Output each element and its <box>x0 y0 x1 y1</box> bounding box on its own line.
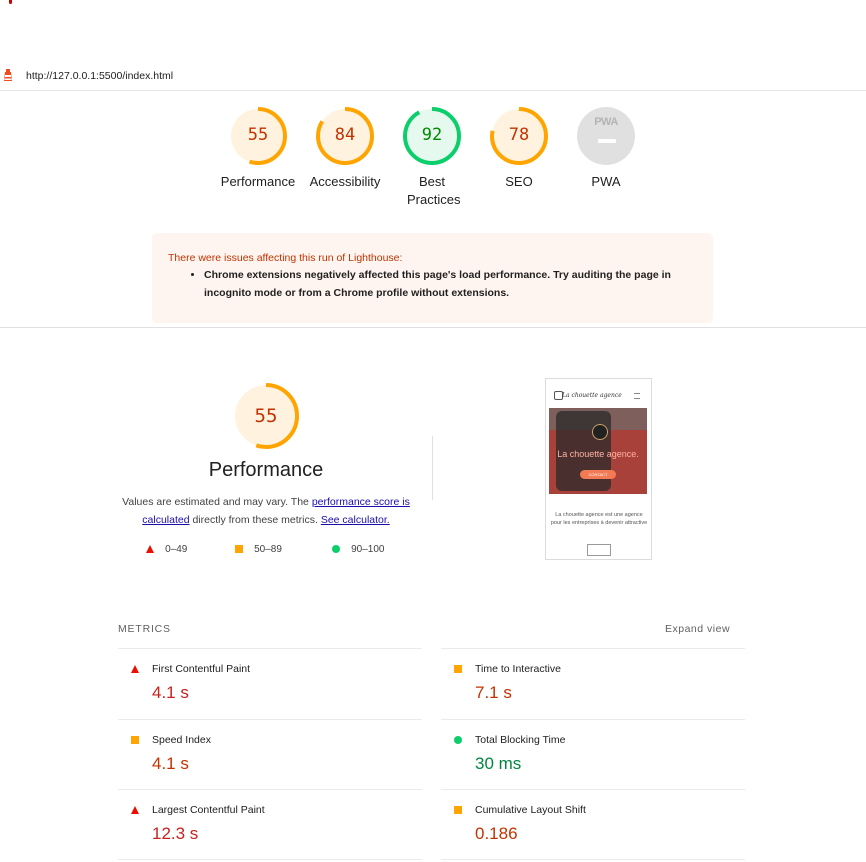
metrics-bottom-border <box>441 859 745 860</box>
menu-icon <box>634 393 640 399</box>
warning-item: Chrome extensions negatively affected th… <box>204 266 694 302</box>
gauge-label: Accessibility <box>309 174 381 189</box>
warning-list: Chrome extensions negatively affected th… <box>170 266 694 302</box>
metric-value: 30 ms <box>475 754 522 773</box>
scale-average: 50–89 <box>235 544 282 555</box>
metric-cls: Cumulative Layout Shift 0.186 <box>441 789 745 860</box>
vertical-separator <box>432 436 433 500</box>
fail-triangle-icon <box>131 665 139 673</box>
warning-title: There were issues affecting this run of … <box>168 252 403 264</box>
gauge-score: 78 <box>508 125 530 145</box>
gauge-accessibility[interactable]: 84 Accessibility <box>300 106 390 191</box>
section-divider <box>0 327 866 328</box>
gauge-label: PWA <box>591 174 621 189</box>
pwa-badge <box>577 107 635 165</box>
average-square-icon <box>235 545 243 553</box>
gauge-performance[interactable]: 55 Performance <box>213 106 303 191</box>
thumb-body-text: La chouette agence est une agence pour l… <box>550 512 648 526</box>
metric-value: 7.1 s <box>475 683 512 702</box>
scale-fail: 0–49 <box>146 544 187 555</box>
thumb-hero-text: La chouette agence. <box>557 449 639 459</box>
metric-tbt: Total Blocking Time 30 ms <box>441 719 745 790</box>
metrics-bottom-border <box>118 859 422 860</box>
scale-pass: 90–100 <box>332 544 385 555</box>
fail-triangle-icon <box>146 545 154 553</box>
average-square-icon <box>454 806 462 814</box>
metric-label: Time to Interactive <box>475 663 561 675</box>
metrics-header: METRICS <box>118 623 171 635</box>
lighthouse-icon <box>4 69 12 81</box>
metric-label: First Contentful Paint <box>152 663 251 675</box>
desc-middle: directly from these metrics. <box>189 514 321 526</box>
scale-average-label: 50–89 <box>254 544 282 555</box>
metric-value: 4.1 s <box>152 683 189 702</box>
performance-description: Values are estimated and may vary. The p… <box>118 493 414 529</box>
pass-circle-icon <box>454 736 462 744</box>
pass-circle-icon <box>332 545 340 553</box>
fail-triangle-icon <box>131 806 139 814</box>
gauge-best-practices[interactable]: 92 Best Practices <box>387 106 477 209</box>
pwa-dash-icon <box>598 139 616 143</box>
pwa-badge-text: PWA <box>594 116 618 128</box>
metric-value: 12.3 s <box>152 824 199 843</box>
final-screenshot[interactable]: La chouette agence La chouette agence. C… <box>545 378 652 560</box>
metric-label: Largest Contentful Paint <box>152 804 265 816</box>
performance-title: Performance <box>208 459 324 481</box>
average-square-icon <box>131 736 139 744</box>
gauge-seo[interactable]: 78 SEO <box>474 106 564 191</box>
corner-mark <box>9 0 12 4</box>
metric-lcp: Largest Contentful Paint 12.3 s <box>118 789 422 860</box>
owl-badge-icon <box>592 424 608 440</box>
gauge-score: 55 <box>247 125 269 145</box>
scale-fail-label: 0–49 <box>165 544 188 555</box>
expand-view-toggle[interactable]: Expand view <box>665 623 730 635</box>
average-square-icon <box>454 665 462 673</box>
metric-value: 0.186 <box>475 824 518 843</box>
gauge-pwa[interactable]: PWA PWA <box>561 106 651 191</box>
gauge-label: SEO <box>505 174 533 189</box>
metric-label: Cumulative Layout Shift <box>475 804 586 816</box>
gauge-label: Best Practices <box>407 174 461 207</box>
warning-box: There were issues affecting this run of … <box>152 233 713 323</box>
desc-prefix: Values are estimated and may vary. The <box>122 496 312 508</box>
performance-score: 55 <box>254 405 278 427</box>
metric-tti: Time to Interactive 7.1 s <box>441 648 745 719</box>
url-bar: http://127.0.0.1:5500/index.html <box>0 64 866 91</box>
gauge-label: Performance <box>220 174 296 189</box>
thumb-logo: La chouette agence <box>562 392 622 399</box>
scale-pass-label: 90–100 <box>351 544 385 555</box>
report-url[interactable]: http://127.0.0.1:5500/index.html <box>26 70 173 82</box>
thumb-contact-button: CONTACT <box>580 470 616 479</box>
thumb-hero: La chouette agence. CONTACT <box>549 408 647 494</box>
gauge-score: 84 <box>334 125 356 145</box>
metric-label: Total Blocking Time <box>475 734 566 746</box>
footer-image-icon <box>587 544 611 556</box>
metric-label: Speed Index <box>152 734 211 746</box>
metric-fcp: First Contentful Paint 4.1 s <box>118 648 422 719</box>
see-calculator-link[interactable]: See calculator. <box>321 514 390 526</box>
metric-speed-index: Speed Index 4.1 s <box>118 719 422 790</box>
metric-value: 4.1 s <box>152 754 189 773</box>
gauge-score: 92 <box>421 125 443 145</box>
